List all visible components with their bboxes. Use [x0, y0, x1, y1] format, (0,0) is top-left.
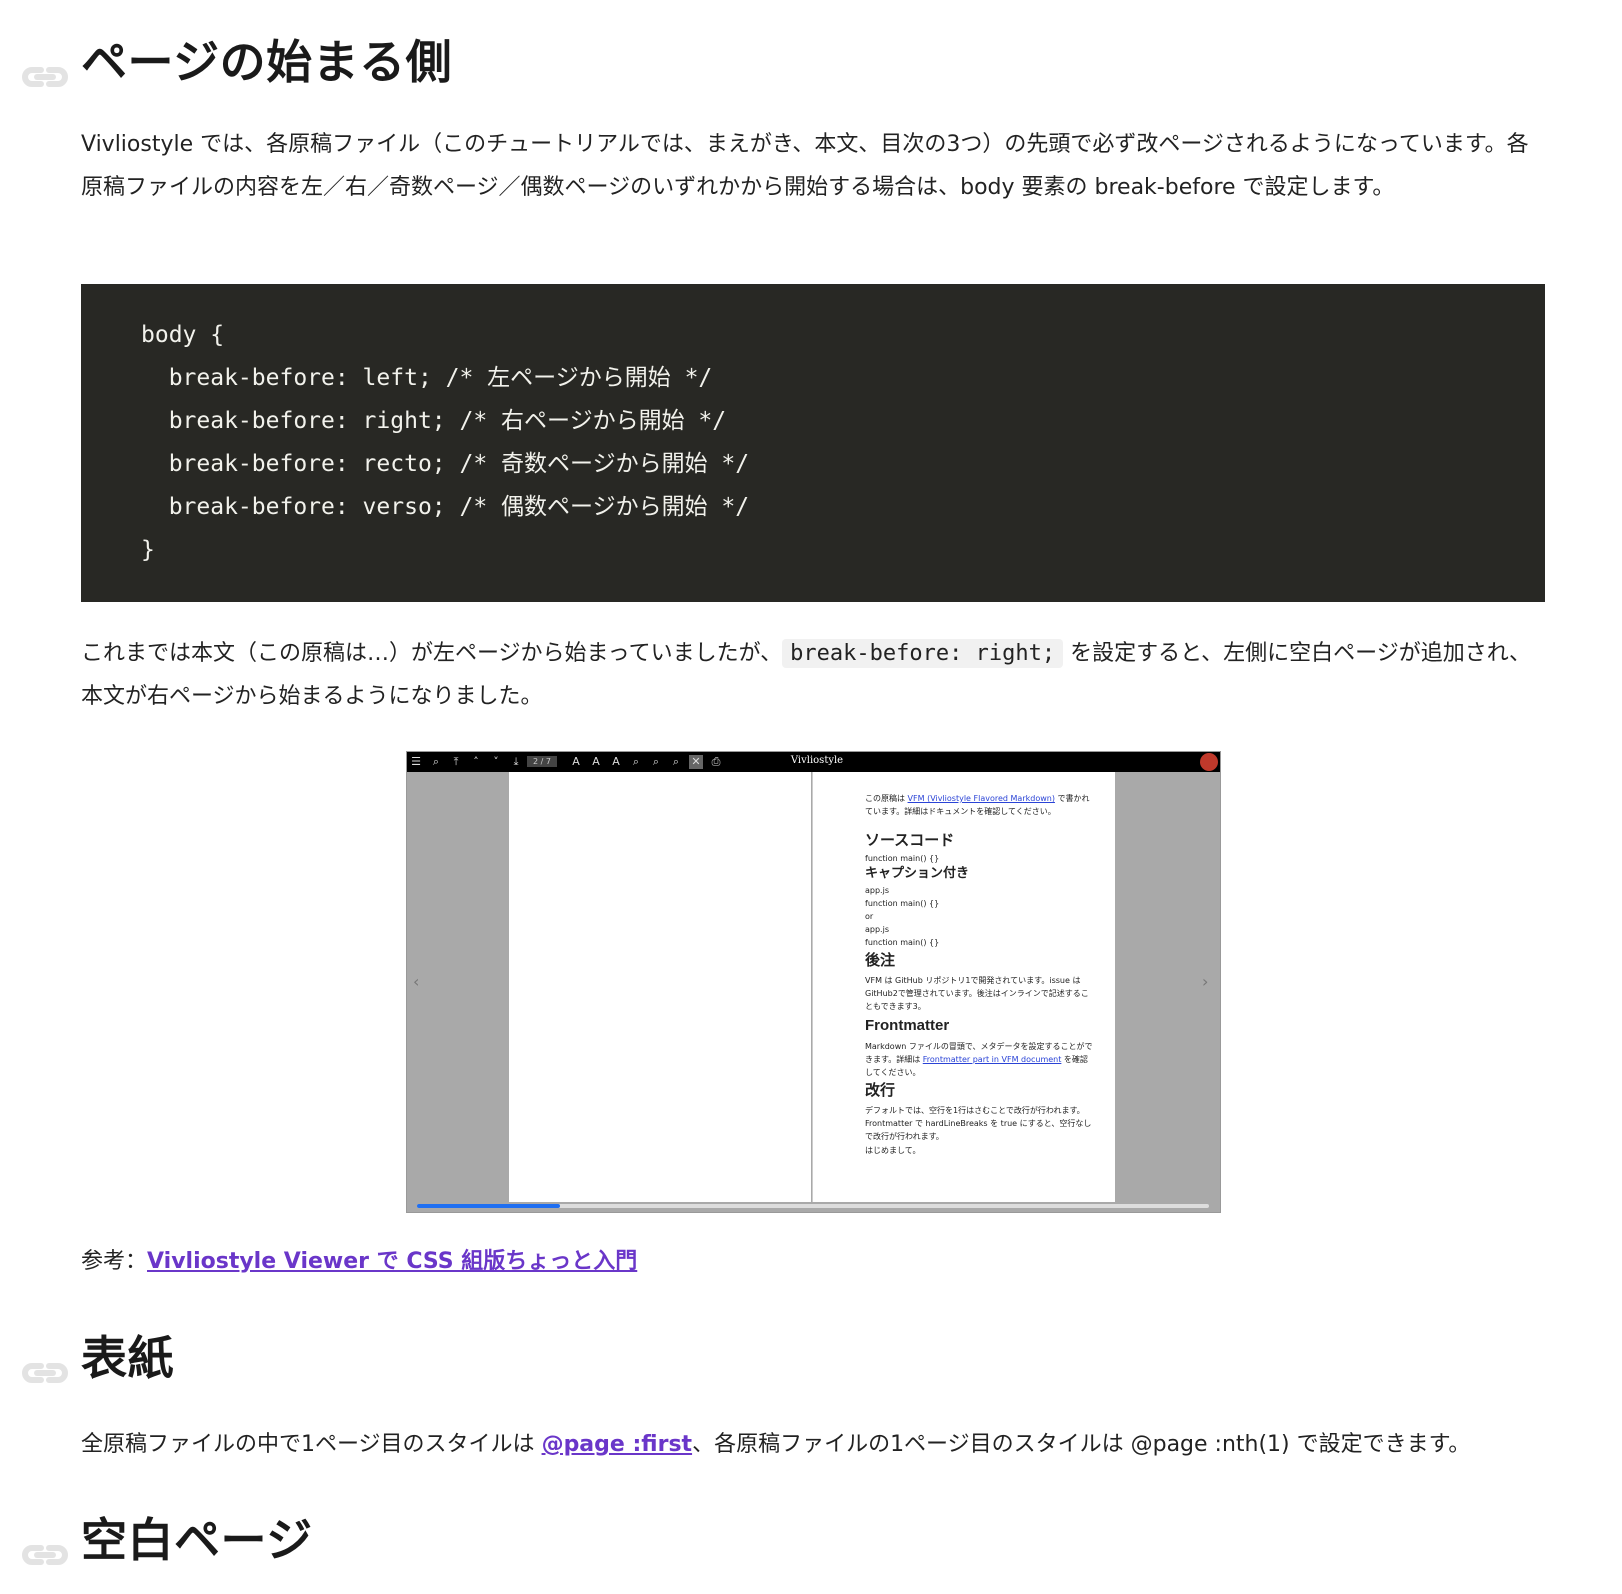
fullscreen-icon: ✕: [689, 755, 703, 769]
heading-text: ページの始まる側: [81, 35, 453, 89]
progress-fill: [417, 1204, 560, 1208]
reading-progress-bar: [417, 1204, 1209, 1208]
font-size-decrease-icon: A: [572, 755, 580, 768]
vfm-link: VFM (Vivliostyle Flavored Markdown): [907, 794, 1055, 803]
heading-text: 表紙: [81, 1331, 174, 1385]
viewer-screenshot: ☰ ⌕ ⤒ ˄ ˅ ⤓ 2 / 7 A A A ⌕ ⌕ ⌕ ✕ ⎙ Vivlio…: [406, 751, 1221, 1213]
heading-footnote: 後注: [865, 951, 896, 969]
caption-line: app.js: [865, 886, 889, 895]
viewer-toolbar: ☰ ⌕ ⤒ ˄ ˅ ⤓ 2 / 7 A A A ⌕ ⌕ ⌕ ✕ ⎙ Vivlio…: [407, 752, 1220, 772]
inline-code: break-before: right;: [782, 639, 1064, 668]
page-first-link[interactable]: @page :first: [542, 1432, 693, 1457]
caption-line: function main() {}: [865, 938, 940, 947]
caption-line: app.js: [865, 925, 889, 934]
text-segment: 、各原稿ファイルの1ページ目のスタイルは @page :nth(1) で設定でき…: [692, 1432, 1471, 1457]
zoom-in-icon: ⌕: [652, 755, 660, 768]
previous-page-icon: ˄: [473, 755, 479, 768]
zoom-fit-icon: ⌕: [672, 755, 680, 768]
link-anchor-icon[interactable]: [17, 48, 73, 87]
link-anchor-icon[interactable]: [17, 1344, 73, 1383]
caption-line: function main() {}: [865, 899, 940, 908]
code-line: break-before: recto; /* 奇数ページから開始 */: [141, 451, 750, 477]
zoom-out-icon: ⌕: [632, 755, 640, 768]
footnote-text: VFM は GitHub リポジトリ1で開発されています。issue は Git…: [865, 976, 1089, 1011]
heading-cover: 表紙: [22, 1330, 681, 1386]
frontmatter-link: Frontmatter part in VFM document: [922, 1055, 1062, 1064]
code-line: break-before: left; /* 左ページから開始 */: [141, 365, 713, 391]
next-arrow-icon: ›: [1202, 972, 1209, 991]
text-segment: この原稿は: [865, 794, 908, 803]
heading-page-start-side: ページの始まる側: [22, 34, 1281, 90]
search-icon: ⌕: [432, 755, 440, 768]
print-icon: ⎙: [711, 755, 721, 768]
cover-paragraph: 全原稿ファイルの中で1ページ目のスタイルは @page :first、各原稿ファ…: [81, 1423, 1545, 1466]
heading-caption: キャプション付き: [865, 866, 970, 881]
intro-paragraph: Vivliostyle では、各原稿ファイル（このチュートリアルでは、まえがき、…: [81, 132, 1529, 200]
reference-link[interactable]: Vivliostyle Viewer で CSS 組版ちょっと入門: [147, 1249, 637, 1274]
font-size-reset-icon: A: [612, 755, 620, 768]
next-page-icon: ˅: [493, 755, 499, 768]
heading-source-code: ソースコード: [865, 831, 955, 849]
reference-label: 参考：: [81, 1249, 148, 1274]
heading-text: 空白ページ: [81, 1513, 313, 1567]
code-line: }: [141, 537, 155, 563]
heading-frontmatter: Frontmatter: [865, 1017, 950, 1034]
blank-left-page: [509, 772, 811, 1202]
viewer-title: Vivliostyle: [790, 755, 844, 766]
reference-line: 参考：Vivliostyle Viewer で CSS 組版ちょっと入門: [81, 1240, 1081, 1283]
caption-line: or: [865, 912, 874, 921]
menu-icon: ☰: [411, 755, 421, 768]
text-segment: 全原稿ファイルの中で1ページ目のスタイルは: [81, 1432, 542, 1457]
page-indicator: 2 / 7: [527, 756, 557, 767]
vivliostyle-logo-icon: [1200, 753, 1218, 771]
code-block: body { break-before: left; /* 左ページから開始 *…: [81, 284, 1545, 602]
code-line: break-before: right; /* 右ページから開始 */: [141, 408, 727, 434]
last-page-icon: ⤓: [513, 755, 519, 768]
heading-line-break: 改行: [865, 1081, 896, 1099]
prev-arrow-icon: ‹: [413, 972, 420, 991]
code-line: body {: [141, 322, 225, 348]
first-page-icon: ⤒: [453, 755, 459, 768]
line-break-text: デフォルトでは、空行を1行はさむことで改行が行われます。Frontmatter …: [865, 1106, 1092, 1141]
text-segment: これまでは本文（この原稿は…）が左ページから始まっていましたが、: [81, 641, 783, 666]
hello-text: はじめまして。: [865, 1146, 921, 1155]
heading-blank-page: 空白ページ: [22, 1512, 681, 1568]
font-size-increase-icon: A: [592, 755, 600, 768]
code-line: break-before: verso; /* 偶数ページから開始 */: [141, 494, 750, 520]
frontmatter-text: Markdown ファイルの冒頭で、メタデータを設定することができます。詳細は …: [865, 1040, 1095, 1079]
right-page-intro: この原稿は VFM (Vivliostyle Flavored Markdown…: [865, 792, 1095, 818]
link-anchor-icon[interactable]: [17, 1526, 73, 1565]
right-page: この原稿は VFM (Vivliostyle Flavored Markdown…: [812, 772, 1115, 1202]
after-code-paragraph: これまでは本文（この原稿は…）が左ページから始まっていましたが、 break-be…: [81, 632, 1541, 718]
